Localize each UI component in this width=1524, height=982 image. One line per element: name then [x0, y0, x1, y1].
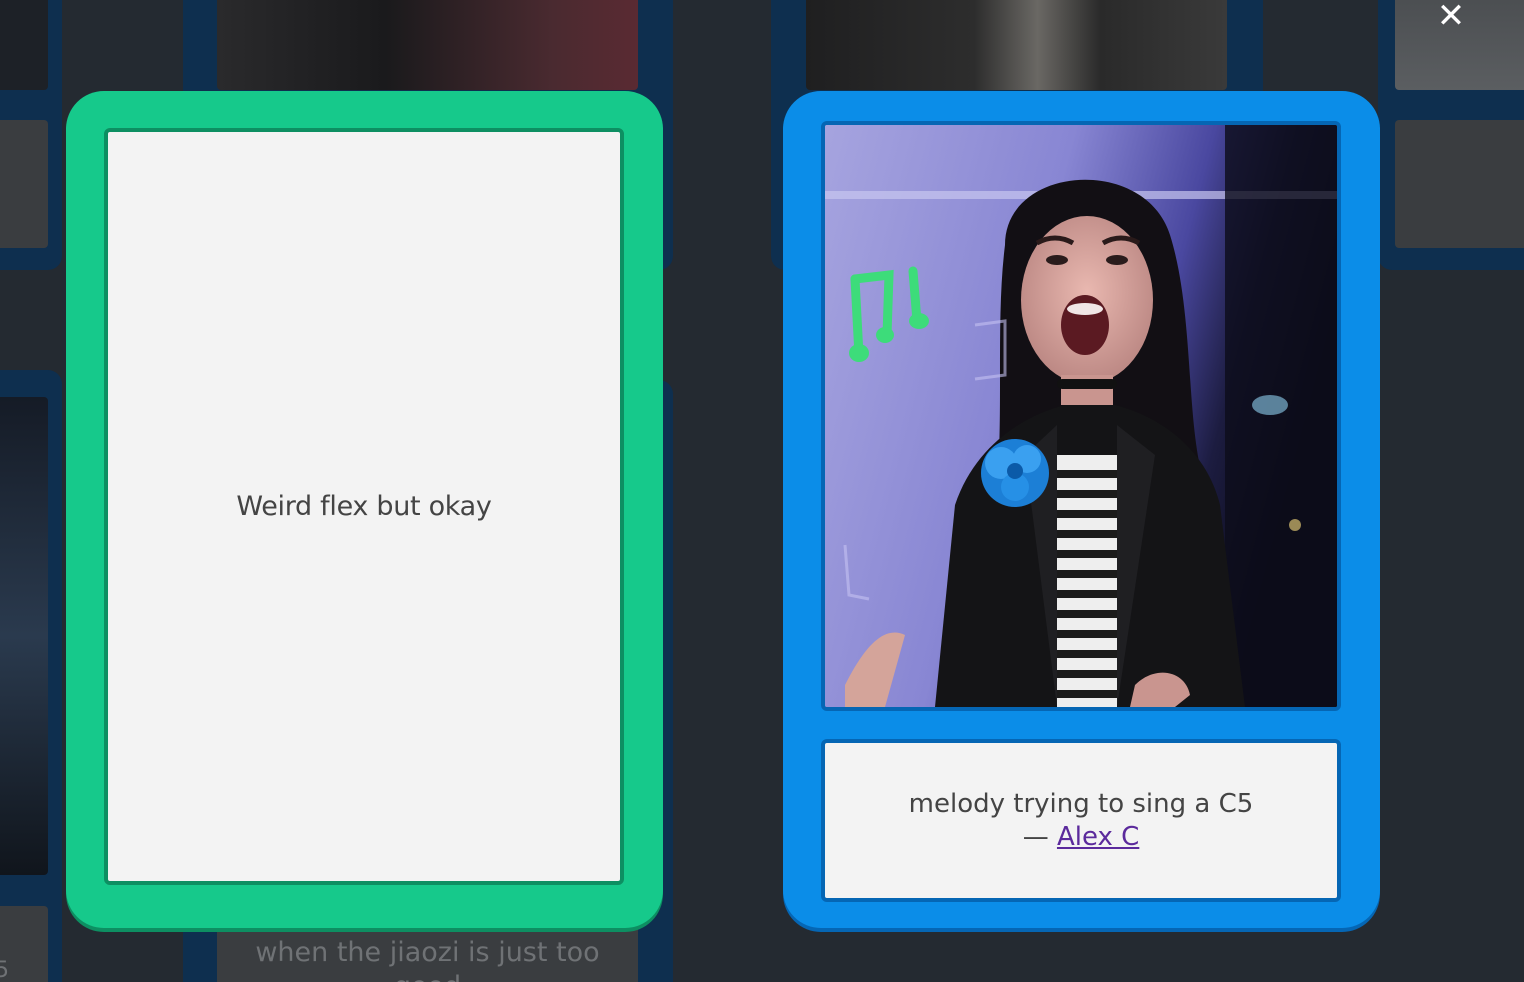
bg-card-photo	[217, 0, 638, 90]
bg-card-photo	[0, 397, 48, 875]
bg-card-photo	[806, 0, 1227, 90]
image-card-caption-box: melody trying to sing a C5 — Alex C	[821, 739, 1341, 902]
bg-card-caption-box	[1395, 120, 1524, 248]
image-card-caption: melody trying to sing a C5	[908, 788, 1254, 819]
meme-viewer: 5 when the jiaozi is just too good Weird…	[0, 0, 1524, 982]
image-card-attribution: — Alex C	[1023, 821, 1140, 854]
image-card-photo	[821, 121, 1341, 711]
bg-card-photo	[0, 0, 48, 90]
image-card: melody trying to sing a C5 — Alex C	[783, 91, 1380, 928]
bg-card-caption: 5	[0, 958, 9, 982]
singer-photo-illustration	[825, 125, 1337, 707]
close-icon[interactable]: ✕	[1433, 0, 1469, 33]
bg-card-caption-box	[0, 120, 48, 248]
bg-card-caption-line2: good	[394, 971, 461, 982]
attribution-dash: —	[1022, 821, 1057, 852]
bg-card-caption: when the jiaozi is just too good	[217, 936, 638, 982]
text-card-face: Weird flex but okay	[104, 128, 624, 885]
bg-card-caption-line1: when the jiaozi is just too	[255, 937, 600, 968]
text-card: Weird flex but okay	[66, 91, 663, 928]
text-card-text: Weird flex but okay	[236, 491, 492, 522]
author-link[interactable]: Alex C	[1057, 822, 1139, 852]
